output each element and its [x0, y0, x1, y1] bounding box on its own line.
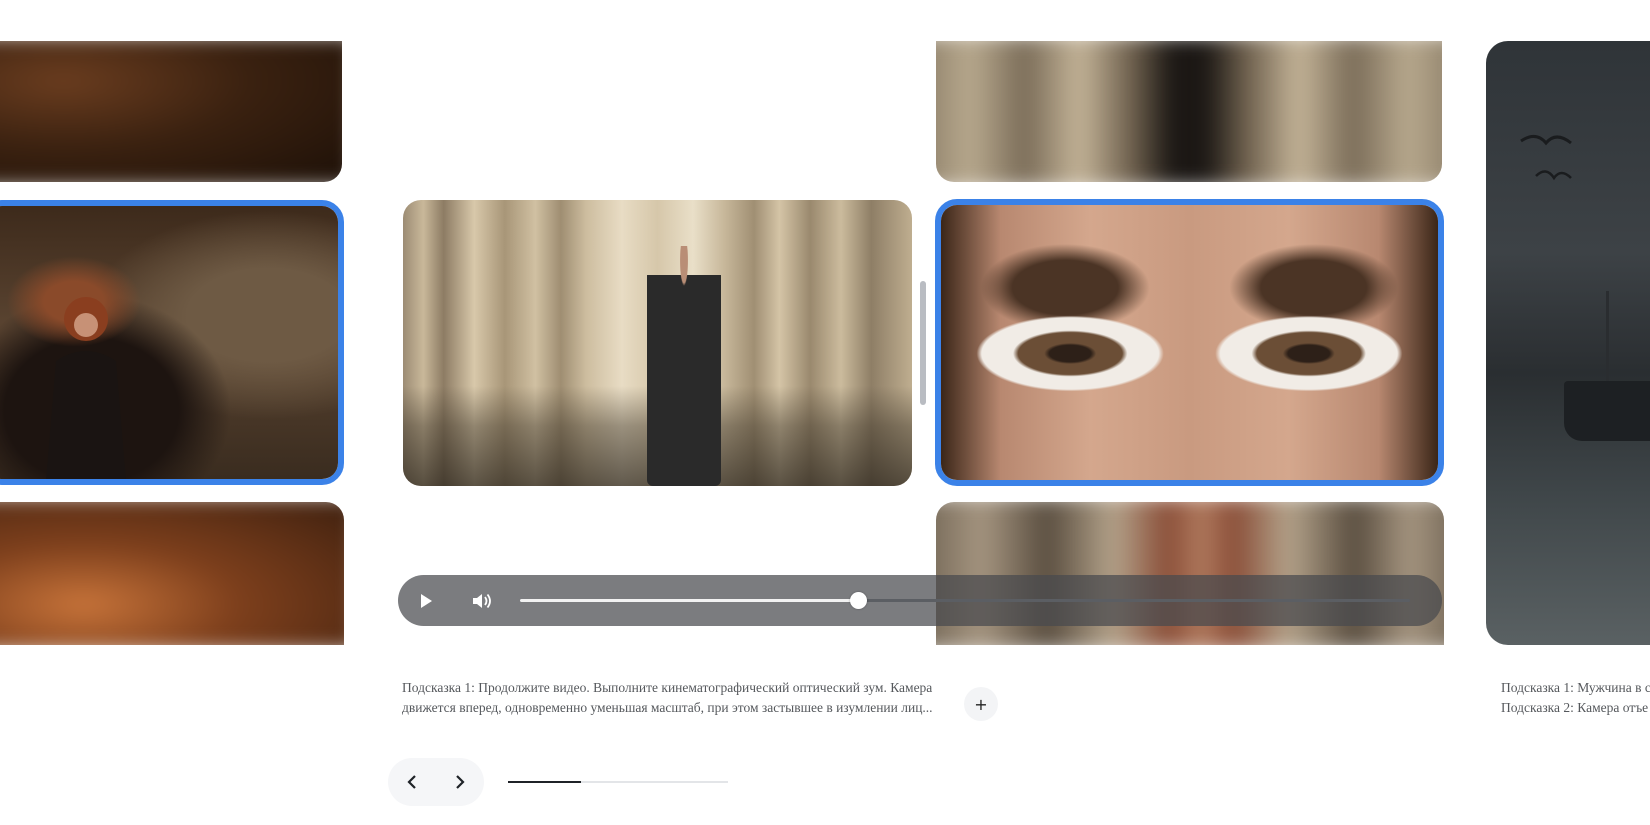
seek-bar-fill: [520, 599, 859, 602]
play-icon: [421, 594, 432, 608]
video-player-frame[interactable]: [403, 200, 912, 486]
prompt-caption-line-1: Подсказка 1: Продолжите видео. Выполните…: [402, 680, 933, 695]
woman-figure: [46, 297, 126, 479]
thumbnail-woman-catacombs[interactable]: [0, 200, 344, 485]
thumbnail-woman-redhair-bottom[interactable]: [0, 502, 344, 645]
video-controls: [398, 575, 1442, 626]
prompt-caption: Подсказка 1: Продолжите видео. Выполните…: [402, 678, 957, 718]
play-button[interactable]: [412, 587, 440, 615]
scrollbar-thumb[interactable]: [920, 281, 926, 405]
carousel-nav: [388, 758, 484, 806]
next-prompt-caption-line-2: Подсказка 2: Камера отъе: [1501, 700, 1649, 715]
carousel-progress-fill: [508, 781, 581, 783]
volume-button[interactable]: [468, 587, 496, 615]
previous-button[interactable]: [388, 758, 436, 806]
thumbnail-harbour-boat[interactable]: [1486, 41, 1650, 645]
seek-bar-handle[interactable]: [850, 592, 868, 609]
expand-caption-button[interactable]: +: [964, 687, 998, 721]
birds: [1520, 135, 1572, 181]
carousel-progress: [508, 781, 728, 783]
prompt-caption-line-2: движется вперед, одновременно уменьшая м…: [402, 700, 933, 715]
chevron-right-icon: [456, 775, 465, 789]
thumbnail-colonnade-top[interactable]: [936, 41, 1442, 182]
volume-icon: [473, 593, 491, 609]
thumbnail-eyes-closeup[interactable]: [935, 199, 1444, 486]
next-prompt-caption-line-1: Подсказка 1: Мужчина в с: [1501, 680, 1650, 695]
video-carousel: Подсказка 1: Продолжите видео. Выполните…: [0, 0, 1650, 825]
woman-in-coat: [647, 245, 722, 486]
next-button[interactable]: [436, 758, 484, 806]
seek-bar[interactable]: [520, 592, 1410, 609]
thumbnail-woman-closeup-top[interactable]: [0, 41, 342, 182]
chevron-left-icon: [407, 775, 416, 789]
next-prompt-caption: Подсказка 1: Мужчина в с Подсказка 2: Ка…: [1501, 678, 1650, 718]
